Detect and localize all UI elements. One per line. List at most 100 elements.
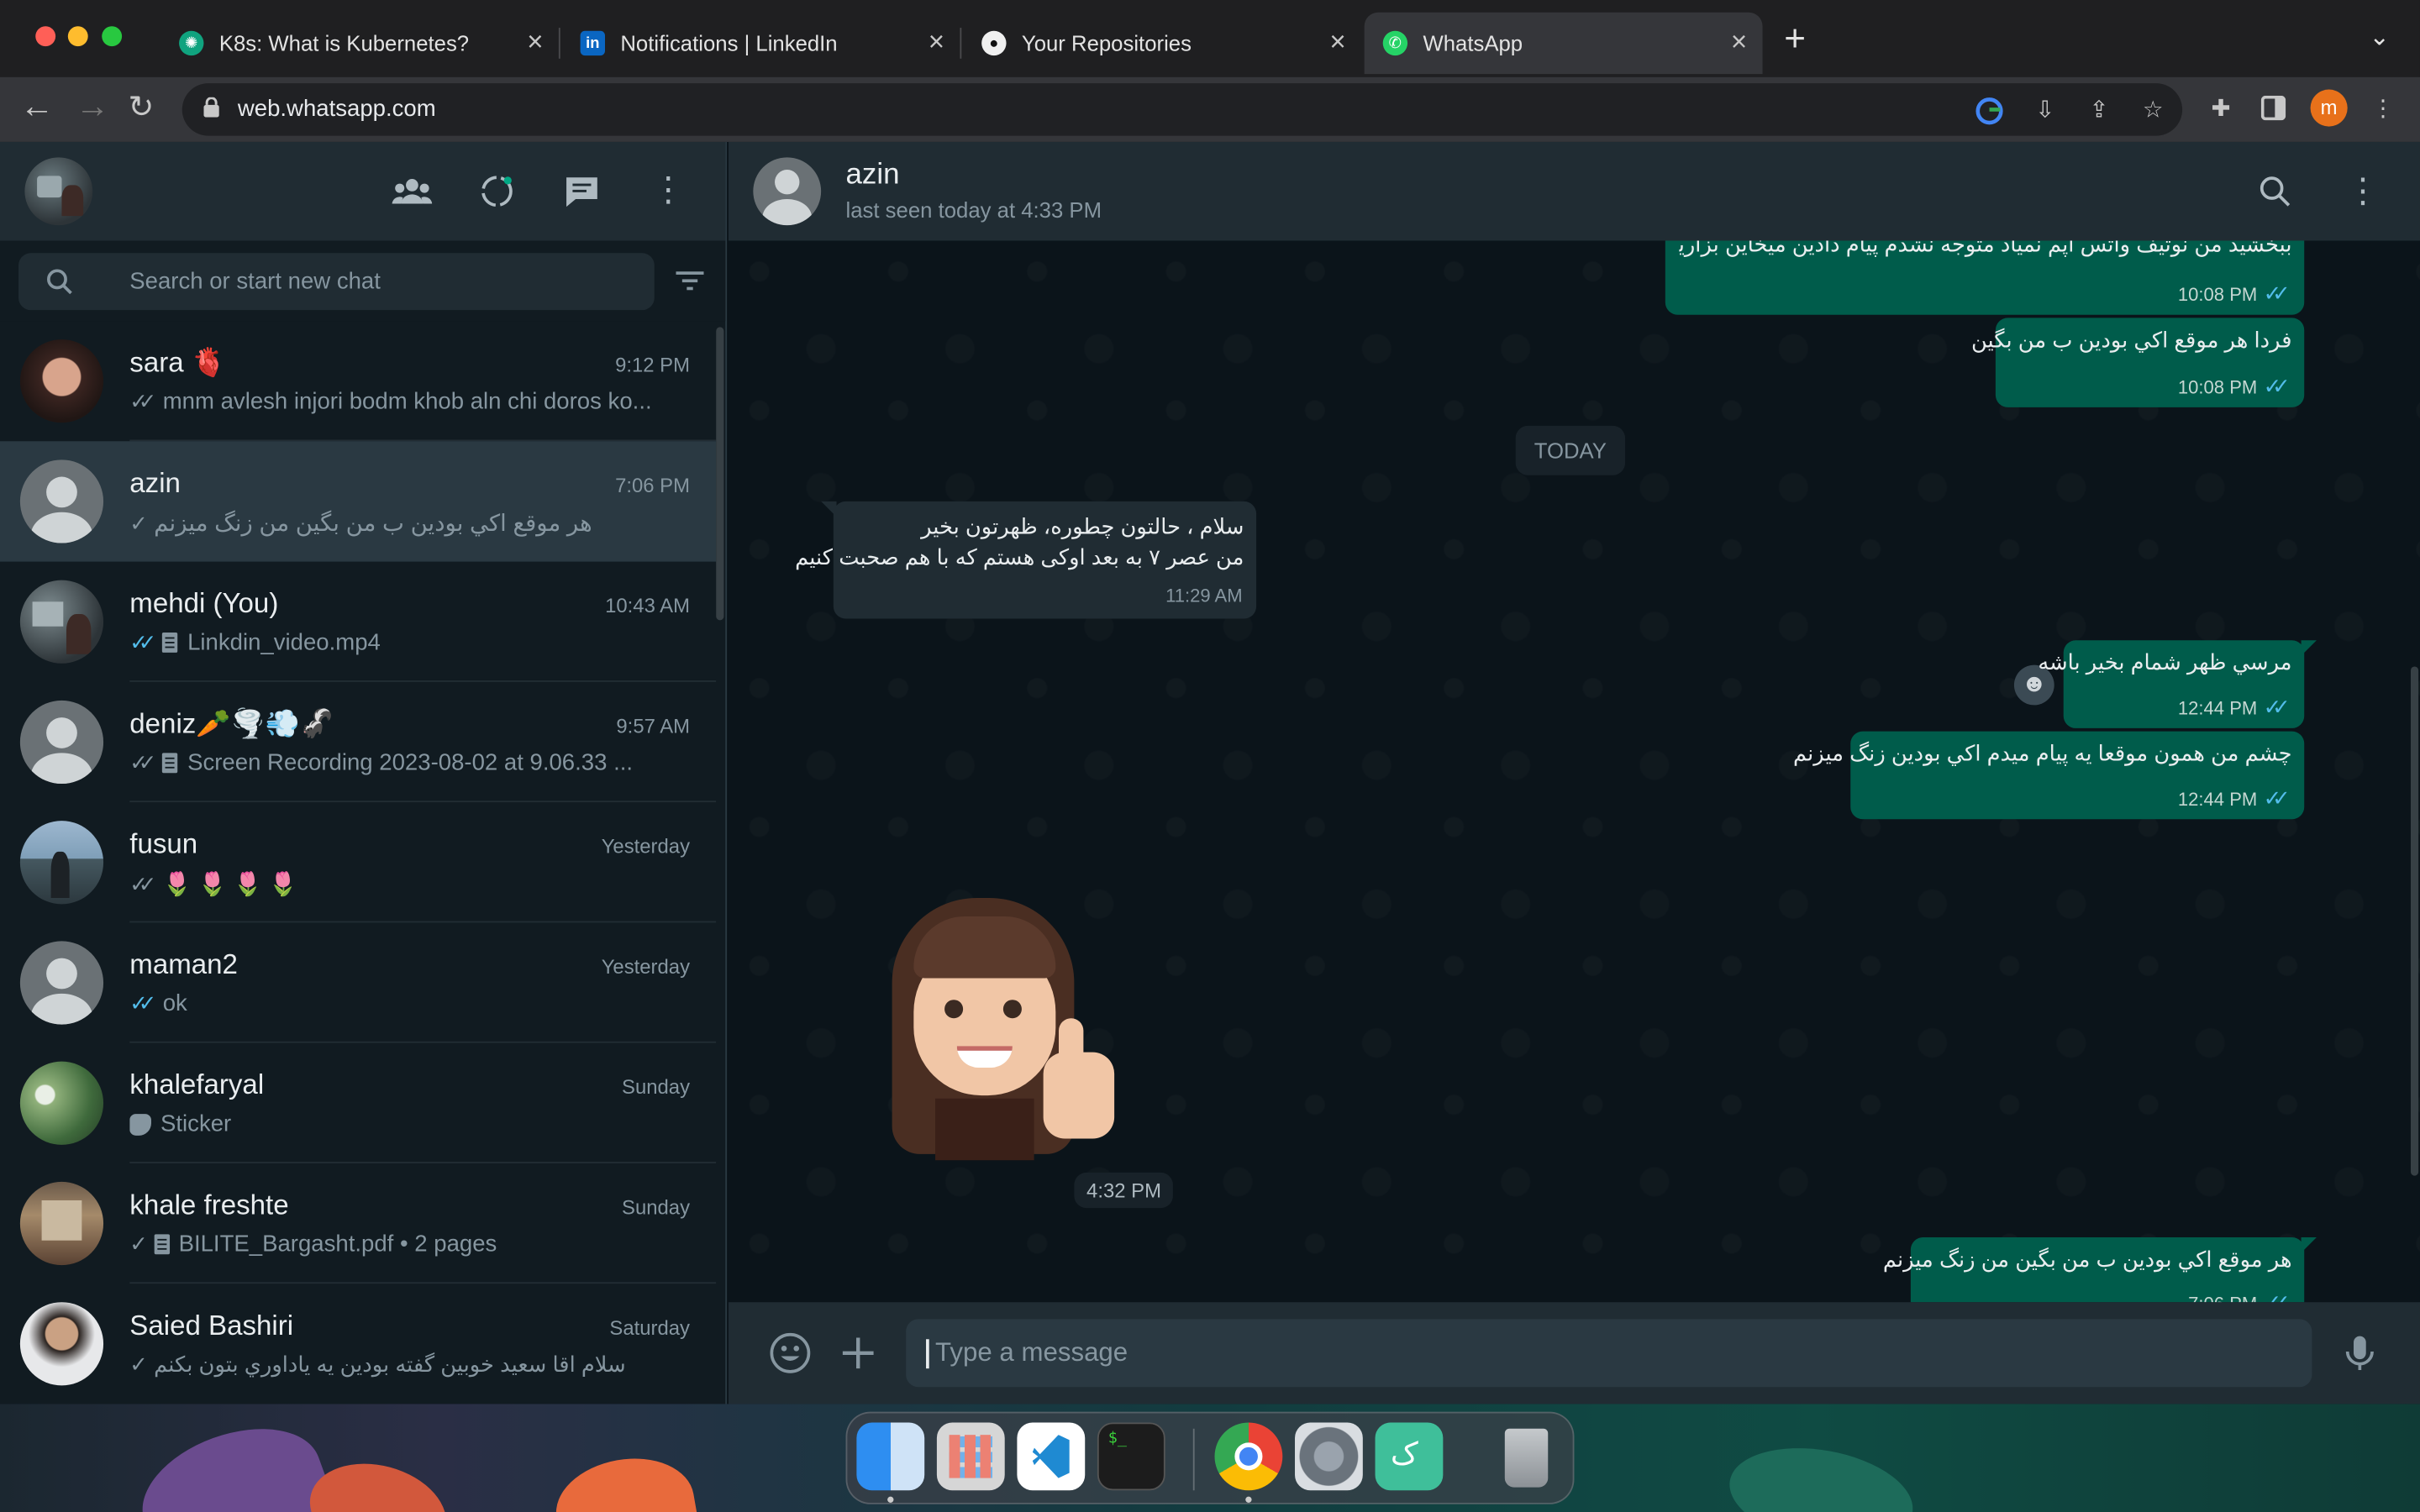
chat-item-mehdi[interactable]: mehdi (You) 10:43 AM ✓✓ Linkdin_video.mp4: [0, 562, 717, 682]
google-lens-icon[interactable]: [1975, 97, 2003, 125]
menu-dots-icon[interactable]: ⋮: [648, 172, 688, 210]
tab-search-chevron-icon[interactable]: ⌄: [2369, 22, 2390, 53]
tab-title: WhatsApp: [1423, 30, 1523, 56]
close-window-button[interactable]: [35, 26, 56, 47]
back-arrow-icon[interactable]: ←: [20, 87, 54, 127]
browser-menu-icon[interactable]: ⋮: [2369, 96, 2396, 123]
avatar: [19, 339, 104, 423]
last-seen-status: last seen today at 4:33 PM: [845, 197, 1102, 223]
message-bubble-incoming[interactable]: سلام ، حالتون چطوره، ظهرتون بخير من عصر …: [795, 501, 1257, 619]
attach-plus-icon[interactable]: [837, 1331, 880, 1374]
message-text: مرسي ظهر شمام بخير باشه: [2038, 649, 2292, 675]
close-tab-icon[interactable]: ×: [1329, 26, 1345, 59]
extensions-puzzle-icon[interactable]: ✚: [2207, 96, 2235, 123]
browser-tab-kubernetes[interactable]: ✺ K8s: What is Kubernetes? ×: [160, 13, 559, 74]
browser-tab-github[interactable]: ● Your Repositories ×: [963, 13, 1361, 74]
conversation-header[interactable]: azin last seen today at 4:33 PM ⋮: [728, 141, 2420, 241]
close-tab-icon[interactable]: ×: [929, 26, 944, 59]
emoji-icon[interactable]: [769, 1331, 812, 1374]
conversation-menu-icon[interactable]: ⋮: [2346, 171, 2380, 212]
chat-item-maman2[interactable]: maman2 Yesterday ✓✓ ok: [0, 922, 717, 1043]
terminal-icon[interactable]: $_: [1097, 1422, 1165, 1491]
conversation-panel: azin last seen today at 4:33 PM ⋮ ببخشيد…: [728, 141, 2420, 1404]
search-messages-icon[interactable]: [2260, 176, 2291, 207]
chrome-icon[interactable]: [1214, 1422, 1283, 1491]
chat-name: maman2: [129, 948, 238, 980]
finder-icon[interactable]: [856, 1422, 925, 1491]
chat-name: sara 🫀: [129, 347, 226, 378]
reload-icon[interactable]: ↻: [128, 88, 154, 127]
message-text: فردا هر موقع اکي بودين ب من بگين: [1970, 327, 2292, 352]
launchpad-icon[interactable]: [936, 1422, 1005, 1491]
microphone-icon[interactable]: [2338, 1331, 2381, 1374]
chat-name: Saied Bashiri: [129, 1310, 294, 1341]
close-tab-icon[interactable]: ×: [1731, 26, 1747, 59]
avatar: [19, 1061, 104, 1145]
single-check-icon: ✓: [129, 510, 148, 535]
chat-list-scrollbar[interactable]: [716, 327, 724, 621]
profile-avatar[interactable]: m: [2310, 89, 2348, 127]
chat-preview: ✓✓ Linkdin_video.mp4: [129, 629, 381, 656]
message-bubble-outgoing[interactable]: چشم من همون موقعا يه پيام ميدم اکي بودين…: [1793, 731, 2305, 820]
trash-icon[interactable]: [1492, 1422, 1560, 1490]
minimize-window-button[interactable]: [67, 26, 88, 47]
linkedin-icon: in: [580, 30, 605, 56]
vscode-icon[interactable]: [1017, 1422, 1086, 1491]
bookmark-star-icon[interactable]: ☆: [2139, 97, 2167, 125]
filter-unread-icon[interactable]: [676, 270, 704, 291]
zoom-window-button[interactable]: [102, 26, 123, 47]
status-icon[interactable]: [477, 173, 518, 210]
contact-avatar[interactable]: [753, 157, 822, 226]
chat-item-khalefaryal[interactable]: khalefaryal Sunday Sticker: [0, 1043, 717, 1163]
search-input[interactable]: Search or start new chat: [18, 253, 655, 311]
my-profile-avatar[interactable]: [24, 157, 93, 226]
browser-tab-bar: ✺ K8s: What is Kubernetes? × in Notifica…: [0, 0, 2420, 77]
chat-item-fusun[interactable]: fusun Yesterday ✓✓ 🌷 🌷 🌷 🌷: [0, 802, 717, 923]
browser-tab-linkedin[interactable]: in Notifications | LinkedIn ×: [562, 13, 960, 74]
chat-time: 9:57 AM: [616, 714, 691, 738]
message-bubble-outgoing[interactable]: ببخشيد من نوتيف واتس اپم نمياد متوجه نشد…: [1665, 240, 2305, 315]
message-scrollbar[interactable]: [2410, 666, 2419, 1176]
contact-name: azin: [845, 159, 900, 192]
message-bubble-outgoing[interactable]: فردا هر موقع اکي بودين ب من بگين 10:08 P…: [1970, 318, 2305, 407]
chat-preview: Sticker: [129, 1110, 685, 1137]
communities-icon[interactable]: [392, 173, 433, 210]
chat-item-khale-freshte[interactable]: khale freshte Sunday ✓ BILITE_Bargasht.pd…: [0, 1163, 717, 1284]
message-text: من عصر ۷ به بعد اوکی هستم که با هم صحبت …: [795, 544, 1244, 570]
search-placeholder: Search or start new chat: [129, 268, 381, 295]
avatar: [19, 1181, 104, 1266]
chat-time: Saturday: [609, 1315, 691, 1340]
install-app-icon[interactable]: ⇩: [2031, 97, 2059, 125]
browser-tab-whatsapp[interactable]: ✆ WhatsApp ×: [1364, 12, 1763, 75]
whatsapp-app: ⋮ Search or start new chat sara 🫀 9:12 P…: [0, 141, 2420, 1404]
system-settings-icon[interactable]: [1295, 1422, 1363, 1491]
new-chat-icon[interactable]: [562, 173, 602, 210]
message-text: چشم من همون موقعا يه پيام ميدم اکي بودين…: [1793, 740, 2292, 766]
double-check-read-icon: ✓✓: [2263, 373, 2291, 398]
chat-item-saied-bashiri[interactable]: Saied Bashiri Saturday ✓ سلام اقا سعيد خو…: [0, 1284, 716, 1404]
address-bar[interactable]: web.whatsapp.com ⇩ ⇪ ☆: [182, 83, 2183, 136]
message-bubble-outgoing[interactable]: هر موقع اکي بودين ب من بگين من زنگ ميزنم…: [1883, 1237, 2317, 1303]
chat-time: Yesterday: [601, 954, 691, 979]
forward-arrow-icon[interactable]: →: [76, 87, 109, 127]
memoji-sticker[interactable]: [883, 885, 1136, 1163]
chat-preview: ✓✓ mnm avlesh injori bodm khob aln chi do…: [129, 388, 652, 416]
message-bubble-outgoing[interactable]: مرسي ظهر شمام بخير باشه 12:44 PM ✓✓: [2038, 640, 2317, 728]
close-tab-icon[interactable]: ×: [527, 26, 543, 59]
chat-time: 7:06 PM: [615, 473, 691, 497]
share-icon[interactable]: ⇪: [2085, 97, 2112, 125]
chat-item-deniz[interactable]: deniz🥕🌪️💨🦨 9:57 AM ✓✓ Screen Recording 20…: [0, 682, 717, 803]
new-tab-button[interactable]: +: [1784, 18, 1806, 61]
chat-name: mehdi (You): [129, 587, 279, 619]
chat-name: azin: [129, 467, 181, 499]
double-check-read-icon: ✓✓: [2263, 785, 2291, 811]
side-panel-icon[interactable]: [2260, 95, 2287, 123]
message-input[interactable]: Type a message: [906, 1319, 2312, 1388]
persian-app-icon[interactable]: ک: [1375, 1422, 1444, 1491]
single-check-icon: ✓: [129, 1231, 148, 1257]
double-check-read-icon: ✓✓: [2263, 694, 2291, 719]
chat-item-azin[interactable]: azin 7:06 PM ✓ هر موقع اکي بودين ب من بگي…: [0, 441, 717, 562]
chat-item-sara[interactable]: sara 🫀 9:12 PM ✓✓ mnm avlesh injori bodm …: [0, 321, 717, 442]
compose-bar: Type a message: [728, 1302, 2420, 1404]
avatar: [19, 821, 104, 905]
